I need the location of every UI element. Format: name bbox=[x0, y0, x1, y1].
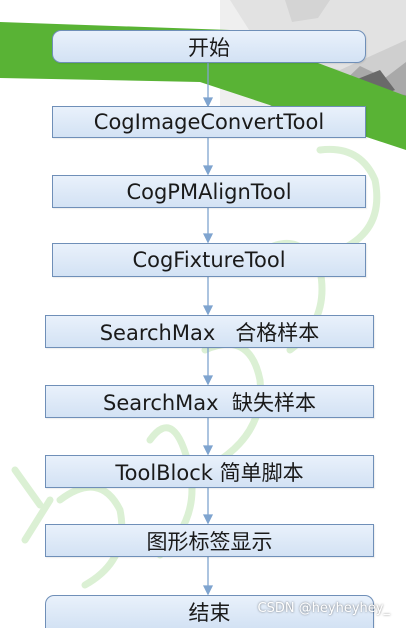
flow-step-start: 开始 bbox=[52, 30, 366, 63]
csdn-watermark: CSDN @heyheyhey_ bbox=[257, 601, 391, 616]
flow-step-graphic-labels: 图形标签显示 bbox=[45, 524, 374, 557]
flow-step-searchmax-qualified: SearchMax 合格样本 bbox=[45, 315, 374, 348]
flow-step-toolblock-script: ToolBlock 简单脚本 bbox=[45, 455, 374, 488]
flow-step-searchmax-missing: SearchMax 缺失样本 bbox=[45, 385, 374, 418]
flow-step-fixture: CogFixtureTool bbox=[52, 243, 366, 277]
flow-step-image-convert: CogImageConvertTool bbox=[52, 106, 366, 138]
flow-step-pmalign: CogPMAlignTool bbox=[52, 175, 366, 208]
calligraphy-watermark bbox=[11, 145, 381, 589]
